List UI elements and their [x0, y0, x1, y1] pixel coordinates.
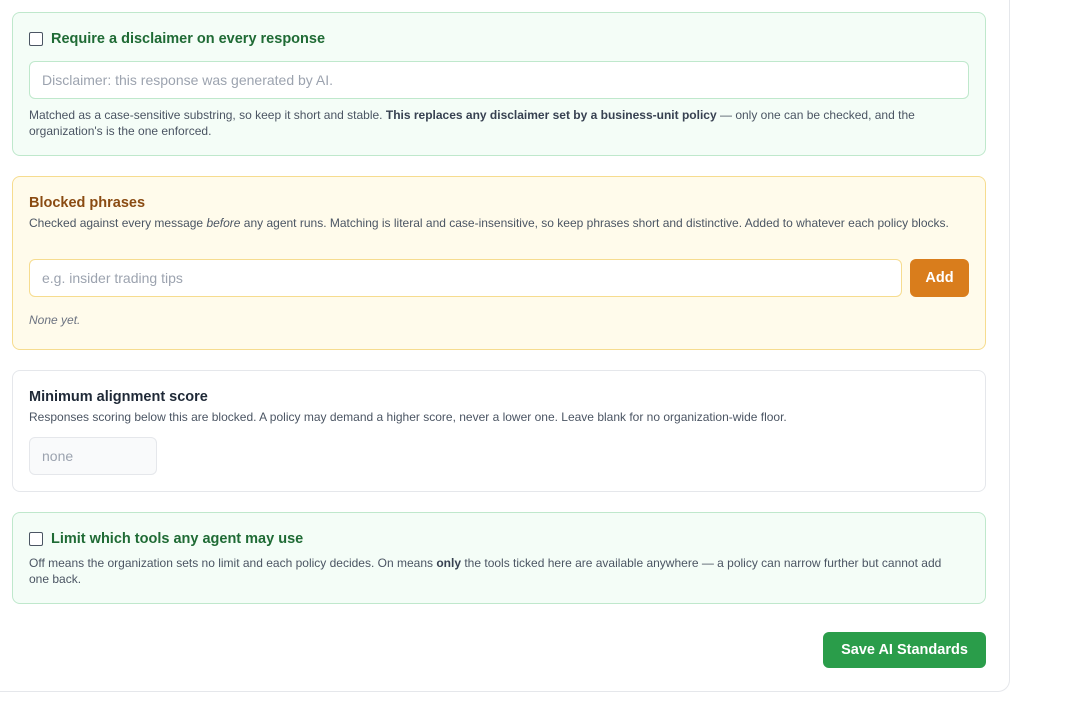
alignment-score-input[interactable]: none [29, 437, 157, 475]
tools-limit-card: Limit which tools any agent may use Off … [12, 512, 986, 604]
tools-limit-checkbox-label[interactable]: Limit which tools any agent may use [51, 531, 303, 547]
blocked-help-pre: Checked against every message [29, 216, 207, 230]
disclaimer-help-text: Matched as a case-sensitive substring, s… [29, 107, 961, 139]
tools-limit-help-text: Off means the organization sets no limit… [29, 555, 961, 587]
tools-limit-checkbox[interactable] [29, 532, 43, 546]
disclaimer-input-placeholder: Disclaimer: this response was generated … [42, 72, 334, 88]
blocked-phrases-help-text: Checked against every message before any… [29, 215, 961, 231]
disclaimer-help-bold: This replaces any disclaimer set by a bu… [385, 108, 717, 122]
alignment-card: Minimum alignment score Responses scorin… [12, 370, 986, 492]
blocked-phrase-input-placeholder: e.g. insider trading tips [42, 270, 183, 286]
tools-help-bold: only [436, 556, 462, 570]
add-phrase-button[interactable]: Add [910, 259, 969, 297]
save-ai-standards-button[interactable]: Save AI Standards [823, 632, 986, 668]
disclaimer-help-pre: Matched as a case-sensitive substring, s… [29, 108, 386, 122]
disclaimer-checkbox[interactable] [29, 32, 43, 46]
alignment-score-placeholder: none [42, 448, 74, 464]
blocked-phrase-input[interactable]: e.g. insider trading tips [29, 259, 902, 297]
blocked-phrases-empty-state: None yet. [29, 313, 81, 327]
disclaimer-toggle[interactable]: Require a disclaimer on every response [29, 31, 325, 47]
disclaimer-card: Require a disclaimer on every response D… [12, 12, 986, 156]
blocked-help-em: before [206, 216, 241, 230]
blocked-phrases-title: Blocked phrases [29, 195, 146, 211]
disclaimer-input[interactable]: Disclaimer: this response was generated … [29, 61, 969, 99]
blocked-phrases-card: Blocked phrases Checked against every me… [12, 176, 986, 350]
disclaimer-checkbox-label[interactable]: Require a disclaimer on every response [51, 31, 325, 47]
alignment-help-text: Responses scoring below this are blocked… [29, 410, 787, 424]
alignment-title: Minimum alignment score [29, 389, 208, 405]
blocked-help-post: any agent runs. Matching is literal and … [240, 216, 949, 230]
tools-help-pre: Off means the organization sets no limit… [29, 556, 437, 570]
tools-limit-toggle[interactable]: Limit which tools any agent may use [29, 531, 303, 547]
